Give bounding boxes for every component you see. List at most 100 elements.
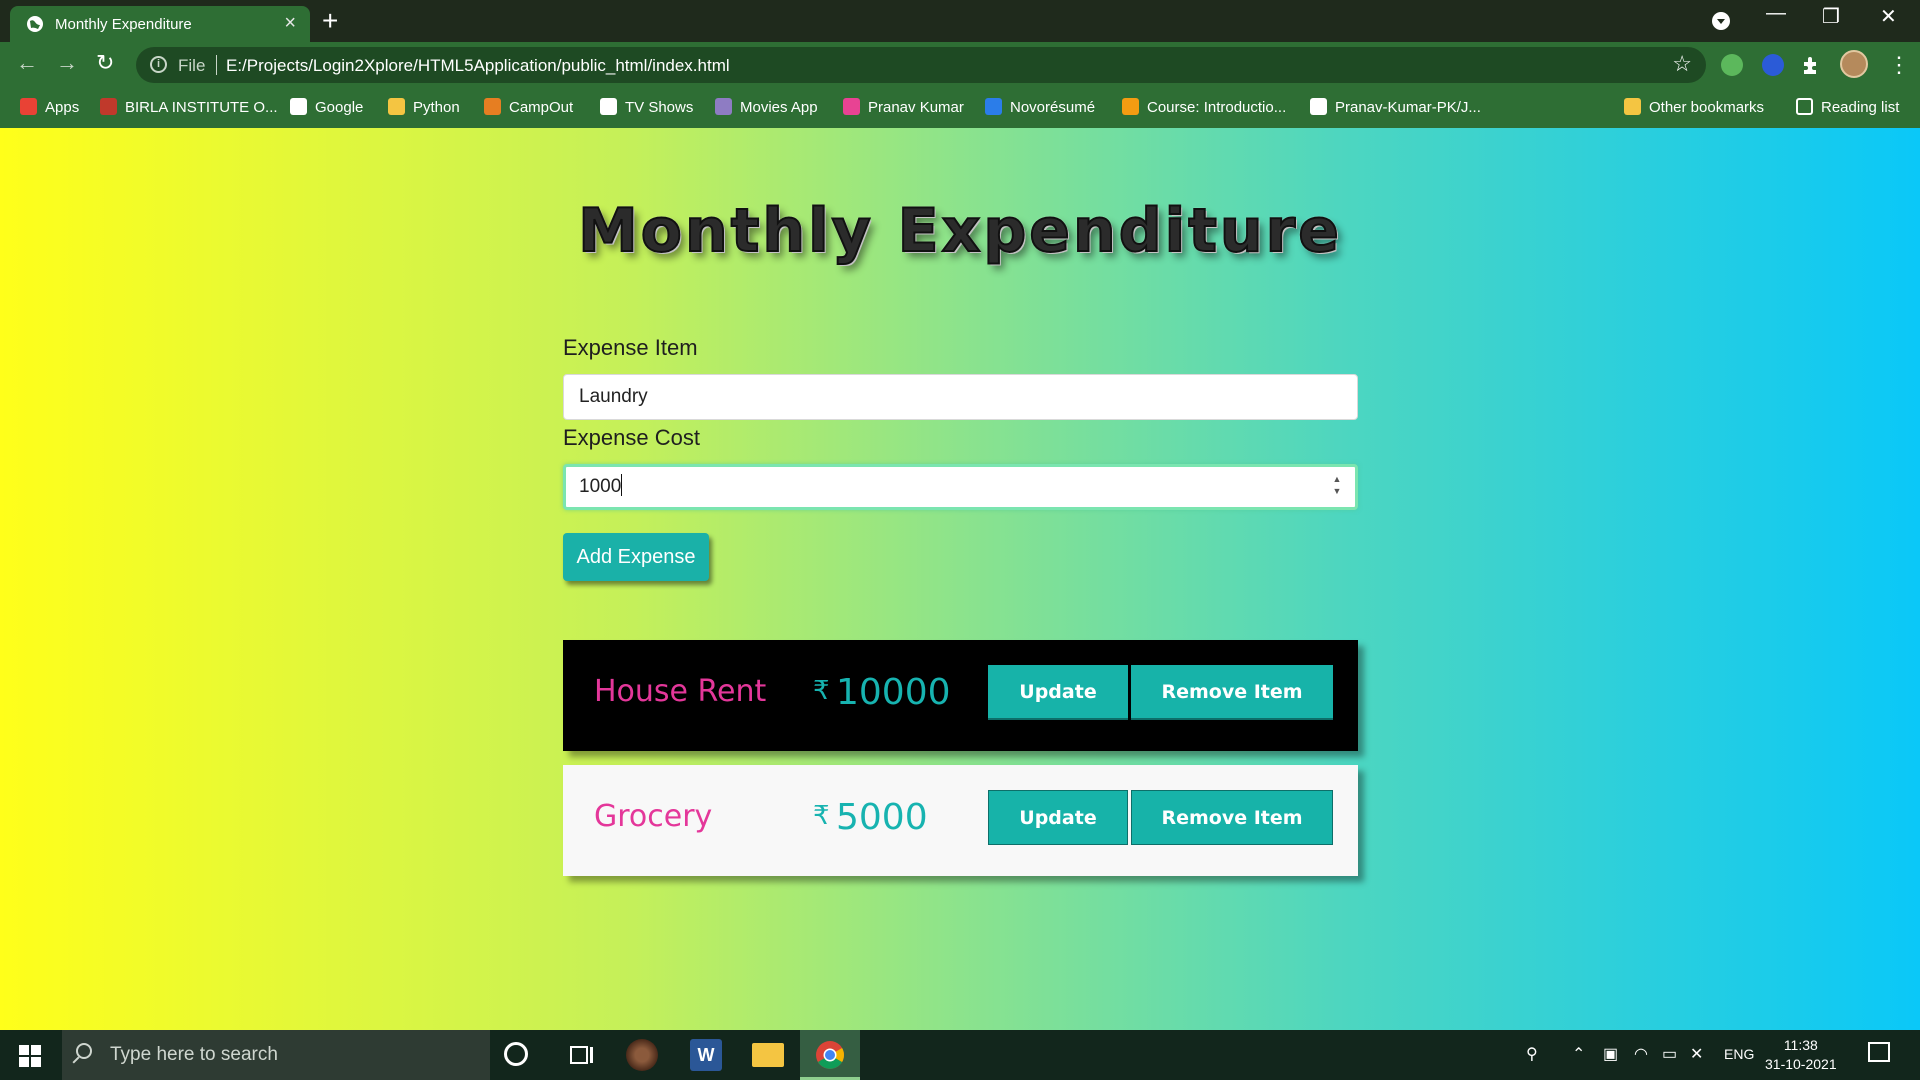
search-icon (76, 1043, 92, 1059)
expense-card: House Rent ₹ 10000 Update Remove Item (563, 640, 1358, 751)
expense-name: Grocery (594, 799, 713, 834)
windows-taskbar: Type here to search W ⚲ ⌃ ▣ ◠ ▭ ✕ ENG 11… (0, 1030, 1920, 1080)
page-title: Monthly Expenditure (577, 195, 1342, 267)
battery-icon[interactable]: ▭ (1662, 1044, 1677, 1064)
chevron-up-icon[interactable]: ⌃ (1572, 1044, 1585, 1064)
taskbar-search-box[interactable]: Type here to search (62, 1030, 490, 1080)
windows-start-icon[interactable] (19, 1045, 41, 1067)
birla-icon (100, 98, 117, 115)
extension-check-icon[interactable] (1762, 54, 1784, 76)
bookmark-label: Pranav Kumar (868, 99, 964, 116)
browser-tab-bar: Monthly Expenditure × + — ❐ ✕ (0, 0, 1920, 42)
bookmark-item[interactable]: Movies App (715, 96, 818, 120)
notifications-icon[interactable] (1868, 1042, 1890, 1062)
github-icon (1310, 98, 1327, 115)
bookmark-label: Novorésumé (1010, 99, 1096, 116)
bookmark-item[interactable]: Python (388, 96, 460, 120)
close-window-button[interactable]: ✕ (1880, 4, 1897, 29)
minimize-button[interactable]: — (1766, 2, 1786, 25)
bookmark-reading-list[interactable]: Reading list (1796, 96, 1899, 120)
bookmark-label: Reading list (1821, 99, 1900, 116)
bookmark-item[interactable]: Apps (20, 96, 79, 120)
bookmark-item[interactable]: CampOut (484, 96, 573, 120)
profile-avatar[interactable] (1840, 50, 1868, 78)
bookmark-label: Pranav-Kumar-PK/J... (1335, 99, 1481, 116)
novoresume-icon (985, 98, 1002, 115)
course-icon (1122, 98, 1139, 115)
bookmark-label: Google (315, 99, 364, 116)
folder-icon (1624, 98, 1641, 115)
bookmark-item[interactable]: Novorésumé (985, 96, 1095, 120)
task-view-icon[interactable] (566, 1039, 598, 1071)
tab-search-icon[interactable] (1712, 12, 1730, 30)
bookmark-label: Other bookmarks (1649, 99, 1765, 116)
expense-card: Grocery ₹ 5000 Update Remove Item (563, 765, 1358, 876)
expense-item-label: Expense Item (563, 335, 698, 360)
page-content: Monthly Expenditure Expense Item Laundry… (0, 128, 1920, 1030)
update-button[interactable]: Update (988, 665, 1128, 720)
menu-icon[interactable]: ⋮ (1888, 52, 1910, 78)
remove-item-button[interactable]: Remove Item (1131, 665, 1333, 720)
pk-avatar-icon (843, 98, 860, 115)
bookmark-other-bookmarks[interactable]: Other bookmarks (1624, 96, 1764, 120)
update-button[interactable]: Update (988, 790, 1128, 845)
bookmark-item[interactable]: BIRLA INSTITUTE O... (100, 96, 278, 120)
forward-button[interactable]: → (56, 50, 78, 76)
taskbar-clock[interactable]: 11:38 31-10-2021 (1765, 1036, 1837, 1074)
folder-icon (388, 98, 405, 115)
taskbar-active-app[interactable] (800, 1030, 860, 1080)
extension-green-icon[interactable] (1721, 54, 1743, 76)
text-caret (621, 474, 623, 496)
tab-title: Monthly Expenditure (55, 16, 192, 33)
url-text[interactable]: E:/Projects/Login2Xplore/HTML5Applicatio… (226, 56, 730, 76)
expense-amount: 10000 (836, 672, 951, 713)
cortana-icon[interactable] (504, 1042, 528, 1066)
browser-toolbar: ← → ↻ i File E:/Projects/Login2Xplore/HT… (0, 42, 1920, 88)
rupee-icon: ₹ (813, 676, 830, 706)
restore-button[interactable]: ❐ (1822, 4, 1840, 29)
bookmark-label: Python (413, 99, 460, 116)
tab-close-icon[interactable]: × (284, 12, 296, 35)
address-bar[interactable]: i File E:/Projects/Login2Xplore/HTML5App… (136, 47, 1706, 83)
bookmark-label: BIRLA INSTITUTE O... (125, 99, 278, 116)
expense-cost-input[interactable]: 1000 ▲ ▼ (563, 464, 1358, 510)
info-icon[interactable]: i (150, 56, 167, 73)
language-indicator[interactable]: ENG (1724, 1046, 1754, 1062)
word-icon[interactable]: W (690, 1039, 722, 1071)
reload-button[interactable]: ↻ (96, 50, 114, 76)
globe-icon (27, 16, 43, 32)
campout-icon (484, 98, 501, 115)
bookmark-item[interactable]: Pranav Kumar (843, 96, 964, 120)
bookmark-star-icon[interactable]: ☆ (1672, 51, 1692, 77)
clock-time: 11:38 (1783, 1037, 1818, 1053)
people-icon[interactable]: ⚲ (1526, 1044, 1538, 1064)
bookmark-item[interactable]: TV Shows (600, 96, 693, 120)
remove-item-button[interactable]: Remove Item (1131, 790, 1333, 845)
app-icon[interactable] (626, 1039, 658, 1071)
bookmark-item[interactable]: Course: Introductio... (1122, 96, 1286, 120)
expense-cost-label: Expense Cost (563, 425, 700, 450)
expense-item-input[interactable]: Laundry (563, 374, 1358, 420)
browser-tab[interactable]: Monthly Expenditure × (10, 6, 310, 42)
clock-date: 31-10-2021 (1765, 1056, 1837, 1072)
expense-cost-value: 1000 (579, 476, 622, 497)
bookmark-item[interactable]: Google (290, 96, 363, 120)
bookmark-label: CampOut (509, 99, 574, 116)
url-separator (216, 55, 217, 75)
back-button[interactable]: ← (16, 50, 38, 76)
bookmark-label: Course: Introductio... (1147, 99, 1287, 116)
number-spinner-icon[interactable]: ▲ ▼ (1331, 473, 1343, 501)
rupee-icon: ₹ (813, 801, 830, 831)
volume-muted-icon[interactable]: ✕ (1690, 1044, 1703, 1064)
bookmark-item[interactable]: Pranav-Kumar-PK/J... (1310, 96, 1481, 120)
google-icon (290, 98, 307, 115)
new-tab-button[interactable]: + (322, 6, 338, 36)
meet-now-icon[interactable]: ▣ (1603, 1044, 1618, 1064)
file-explorer-icon[interactable] (752, 1043, 784, 1067)
globe-icon (600, 98, 617, 115)
taskbar-search-placeholder: Type here to search (110, 1044, 278, 1065)
add-expense-button[interactable]: Add Expense (563, 533, 709, 581)
puzzle-icon[interactable] (1800, 54, 1822, 76)
bookmark-label: TV Shows (625, 99, 694, 116)
wifi-icon[interactable]: ◠ (1634, 1044, 1648, 1064)
